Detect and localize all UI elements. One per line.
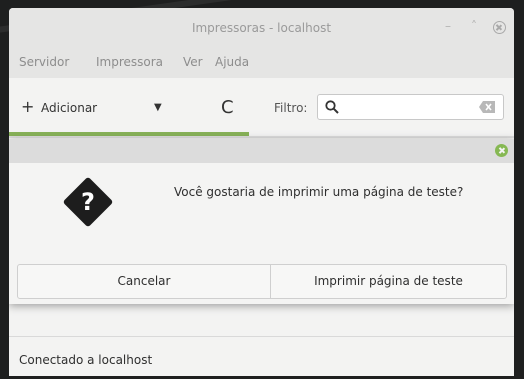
menu-ver[interactable]: Ver	[183, 55, 203, 69]
refresh-icon[interactable]: C	[221, 97, 234, 118]
status-bar: Conectado a localhost	[9, 336, 514, 376]
menu-servidor[interactable]: Servidor	[19, 55, 69, 69]
caret-down-icon[interactable]: ▼	[154, 102, 162, 113]
question-icon: ?	[63, 177, 113, 227]
dialog-header	[9, 139, 514, 163]
menu-impressora[interactable]: Impressora	[96, 55, 163, 69]
content-divider	[9, 136, 514, 138]
maximize-button[interactable]: ˄	[471, 18, 477, 34]
title-bar[interactable]: Impressoras - localhost – ˄	[9, 8, 514, 48]
menu-ajuda[interactable]: Ajuda	[215, 55, 249, 69]
dialog-close-icon[interactable]	[495, 144, 508, 157]
toolbar: + Adicionar ▼ C Filtro:	[9, 88, 514, 128]
print-test-page-button[interactable]: Imprimir página de teste	[271, 265, 506, 298]
add-printer-button[interactable]: Adicionar	[41, 101, 97, 115]
test-page-dialog: ? Você gostaria de imprimir uma página d…	[9, 139, 514, 304]
close-window-button[interactable]	[493, 21, 506, 34]
svg-text:?: ?	[81, 188, 95, 216]
plus-icon[interactable]: +	[21, 98, 34, 116]
search-field[interactable]	[317, 94, 504, 120]
filter-label: Filtro:	[274, 101, 308, 115]
printers-window: Impressoras - localhost – ˄ Servidor Imp…	[9, 8, 514, 376]
dialog-button-row: Cancelar Imprimir página de teste	[17, 264, 507, 299]
search-icon	[325, 100, 339, 114]
search-input[interactable]	[344, 97, 478, 119]
menu-bar: Servidor Impressora Ver Ajuda	[9, 48, 514, 78]
clear-icon[interactable]	[479, 101, 495, 113]
cancel-button[interactable]: Cancelar	[18, 265, 271, 298]
minimize-button[interactable]: –	[445, 18, 451, 34]
connection-status: Conectado a localhost	[19, 353, 153, 367]
dialog-message: Você gostaria de imprimir uma página de …	[174, 185, 464, 199]
window-title: Impressoras - localhost	[191, 21, 332, 35]
